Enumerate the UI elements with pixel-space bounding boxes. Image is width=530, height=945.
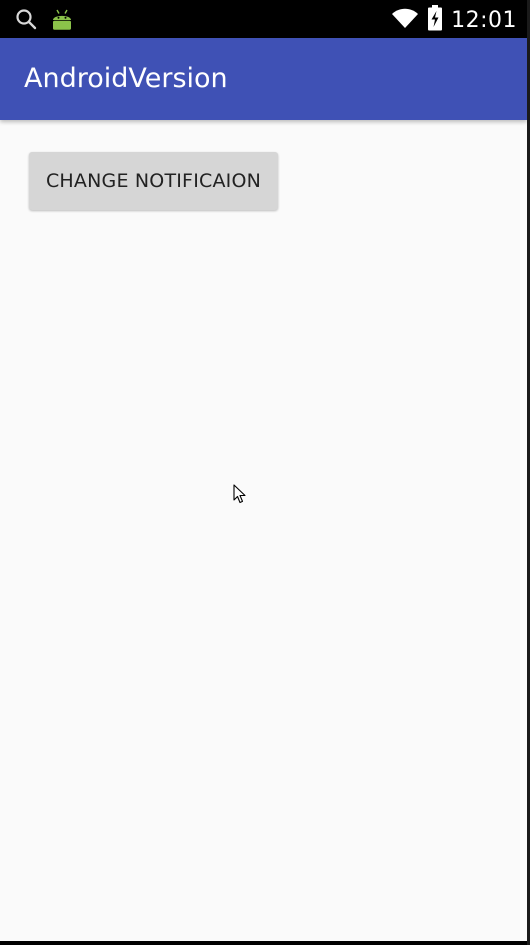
android-icon — [50, 7, 74, 36]
status-bar: 12:01 — [0, 0, 527, 38]
change-notification-button[interactable]: CHANGE NOTIFICAION — [29, 152, 278, 210]
app-bar: AndroidVersion — [0, 38, 527, 120]
phone-screen: 12:01 AndroidVersion CHANGE NOTIFICAION — [0, 0, 527, 941]
main-content: CHANGE NOTIFICAION — [0, 122, 527, 941]
app-title: AndroidVersion — [24, 63, 228, 94]
mouse-cursor-icon — [233, 484, 246, 504]
status-clock: 12:01 — [451, 7, 517, 33]
status-right-icons: 12:01 — [391, 5, 517, 36]
wifi-icon — [391, 6, 419, 35]
battery-charging-icon — [427, 5, 443, 36]
status-left-icons — [14, 7, 74, 36]
search-icon — [14, 7, 38, 36]
